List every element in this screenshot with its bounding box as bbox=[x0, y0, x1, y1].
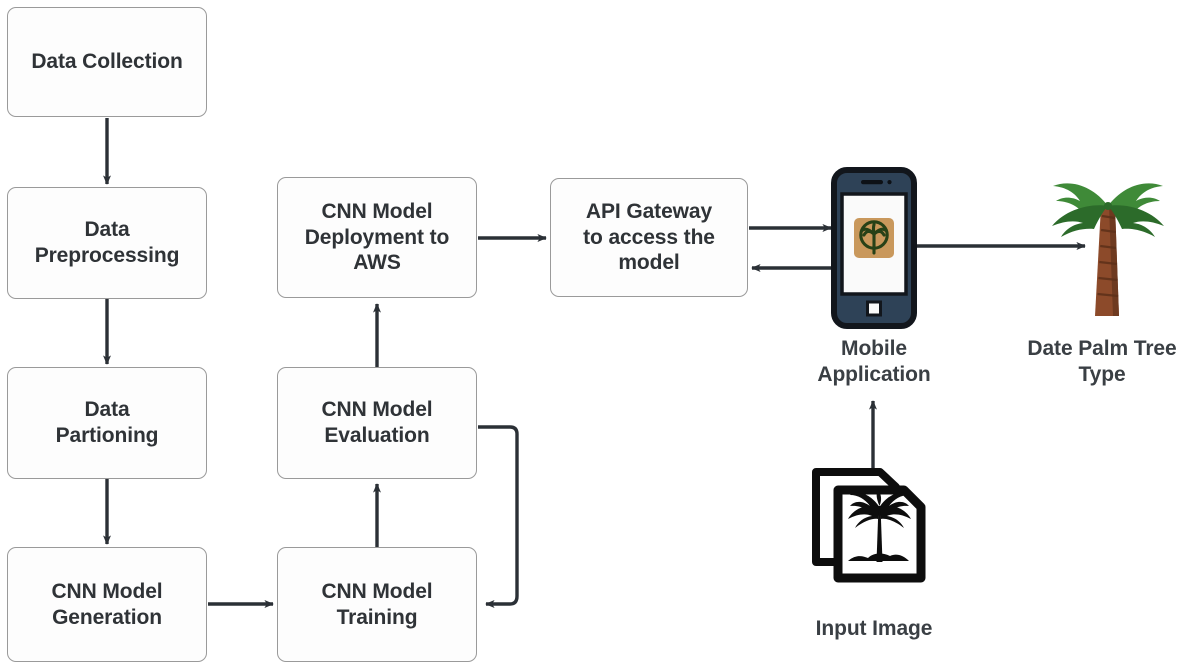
date-palm-tree-type-caption: Date Palm Tree Type bbox=[1006, 336, 1198, 387]
node-data-partioning[interactable]: Data Partioning bbox=[7, 367, 207, 479]
caption-line2: Application bbox=[817, 362, 931, 386]
node-label-line2: to access the bbox=[583, 225, 715, 249]
caption-line1: Date Palm Tree bbox=[1027, 337, 1177, 360]
caption-line2: Type bbox=[1078, 362, 1126, 386]
node-label-line1: Data bbox=[84, 398, 130, 422]
node-label-line1: CNN Model bbox=[321, 200, 433, 224]
node-label-line1: Data bbox=[84, 218, 130, 242]
node-api-gateway[interactable]: API Gateway to access the model bbox=[550, 178, 748, 297]
node-cnn-model-evaluation[interactable]: CNN Model Evaluation bbox=[277, 367, 477, 479]
diagram-canvas: Data Collection Data Preprocessing Data … bbox=[0, 0, 1200, 664]
node-label-line2: Training bbox=[336, 605, 418, 629]
node-data-preprocessing[interactable]: Data Preprocessing bbox=[7, 187, 207, 299]
image-files-icon bbox=[812, 468, 926, 583]
node-label-line1: CNN Model bbox=[321, 398, 433, 422]
mobile-application-caption: Mobile Application bbox=[783, 336, 965, 387]
node-cnn-model-generation[interactable]: CNN Model Generation bbox=[7, 547, 207, 662]
node-label-line2: Generation bbox=[52, 605, 162, 629]
node-label-line2: Preprocessing bbox=[34, 244, 180, 267]
node-label-line1: API Gateway bbox=[585, 200, 713, 224]
node-label-line2: Evaluation bbox=[324, 424, 430, 447]
node-label-line1: CNN Model bbox=[321, 579, 433, 603]
caption-text: Input Image bbox=[815, 617, 933, 640]
node-label-line2: Deployment to bbox=[304, 225, 450, 249]
input-image-caption: Input Image bbox=[783, 616, 965, 642]
node-label-line1: CNN Model bbox=[51, 579, 163, 603]
palm-tree-icon bbox=[1052, 183, 1164, 316]
mobile-phone-icon[interactable] bbox=[831, 167, 917, 329]
node-label-line3: AWS bbox=[353, 251, 401, 275]
node-cnn-model-training[interactable]: CNN Model Training bbox=[277, 547, 477, 662]
node-label: Data Collection bbox=[31, 50, 183, 74]
node-data-collection[interactable]: Data Collection bbox=[7, 7, 207, 117]
edge-evaluation-feedback-to-training bbox=[478, 425, 519, 608]
caption-line1: Mobile bbox=[841, 337, 907, 360]
node-label-line2: Partioning bbox=[55, 424, 159, 447]
node-cnn-model-deployment[interactable]: CNN Model Deployment to AWS bbox=[277, 177, 477, 298]
node-label-line3: model bbox=[618, 251, 680, 275]
